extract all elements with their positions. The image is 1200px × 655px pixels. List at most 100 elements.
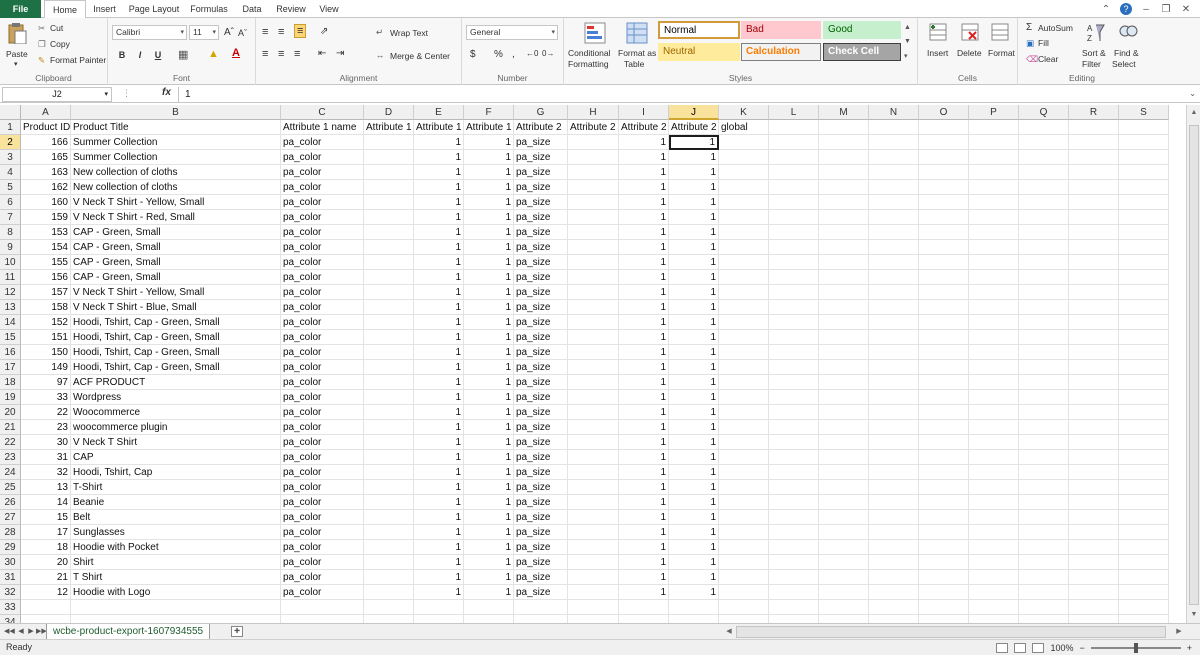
table-cell[interactable]: 154 — [21, 240, 71, 255]
table-cell[interactable]: 1 — [464, 180, 514, 195]
table-cell[interactable]: pa_color — [281, 210, 364, 225]
grid-cell[interactable] — [769, 255, 819, 270]
table-cell[interactable]: 1 — [414, 210, 464, 225]
table-cell[interactable]: 151 — [21, 330, 71, 345]
table-cell[interactable]: 33 — [21, 390, 71, 405]
grid-cell[interactable] — [1119, 345, 1169, 360]
table-cell[interactable]: 1 — [464, 315, 514, 330]
delete-button[interactable]: Delete — [957, 48, 982, 58]
grid-cell[interactable] — [1019, 390, 1069, 405]
grid-cell[interactable] — [1119, 315, 1169, 330]
row-header[interactable]: 24 — [0, 465, 21, 480]
grid-cell[interactable] — [919, 255, 969, 270]
grid-cell[interactable] — [769, 510, 819, 525]
grid-cell[interactable] — [769, 240, 819, 255]
delete-cells-icon[interactable] — [960, 22, 980, 42]
table-cell[interactable]: pa_size — [514, 495, 568, 510]
grid-cell[interactable] — [1069, 165, 1119, 180]
grid-cell[interactable] — [364, 165, 414, 180]
table-cell[interactable]: 1 — [619, 360, 669, 375]
grid-cell[interactable] — [769, 180, 819, 195]
grid-cell[interactable] — [1119, 285, 1169, 300]
grid-cell[interactable] — [568, 195, 619, 210]
grid-cell[interactable] — [1019, 435, 1069, 450]
grid-cell[interactable] — [1069, 615, 1119, 623]
grid-cell[interactable] — [669, 615, 719, 623]
styles-scroll-up-icon[interactable]: ▲ — [904, 24, 911, 31]
grid-cell[interactable] — [819, 315, 869, 330]
table-cell[interactable]: New collection of cloths — [71, 165, 281, 180]
grid-cell[interactable] — [1019, 225, 1069, 240]
grid-cell[interactable] — [1069, 315, 1119, 330]
grow-font-icon[interactable]: Aˆ — [224, 27, 234, 38]
grid-cell[interactable] — [769, 345, 819, 360]
row-header[interactable]: 2 — [0, 135, 21, 150]
table-cell[interactable]: 1 — [619, 420, 669, 435]
grid-cell[interactable] — [1069, 210, 1119, 225]
format-as-table-line2[interactable]: Table — [624, 59, 644, 69]
grid-cell[interactable] — [1019, 555, 1069, 570]
find-select-icon[interactable] — [1118, 22, 1138, 44]
grid-cell[interactable] — [919, 570, 969, 585]
conditional-formatting-line1[interactable]: Conditional — [568, 48, 611, 58]
shrink-font-icon[interactable]: Aˇ — [238, 28, 247, 38]
sort-filter-icon[interactable]: A Z — [1086, 22, 1106, 44]
table-cell[interactable]: pa_size — [514, 270, 568, 285]
grid-cell[interactable] — [1019, 375, 1069, 390]
table-cell[interactable]: 1 — [669, 255, 719, 270]
table-cell[interactable]: 155 — [21, 255, 71, 270]
first-sheet-icon[interactable]: ◀◀ — [4, 626, 15, 638]
grid-cell[interactable] — [1069, 255, 1119, 270]
row-header[interactable]: 17 — [0, 360, 21, 375]
grid-cell[interactable] — [719, 540, 769, 555]
wrap-text-button[interactable]: Wrap Text — [390, 28, 428, 38]
increase-indent-icon[interactable]: ⇥ — [336, 48, 344, 59]
table-cell[interactable]: pa_size — [514, 240, 568, 255]
grid-cell[interactable] — [869, 270, 919, 285]
grid-cell[interactable] — [969, 600, 1019, 615]
table-cell[interactable]: 1 — [669, 450, 719, 465]
table-cell[interactable]: 1 — [414, 390, 464, 405]
expand-formula-bar-icon[interactable]: ⌄ — [1189, 89, 1196, 98]
grid-cell[interactable] — [719, 480, 769, 495]
table-cell[interactable]: 1 — [669, 495, 719, 510]
grid-cell[interactable] — [1069, 525, 1119, 540]
worksheet-grid[interactable]: A B C D E F G H I J K L M N O P Q R S 1 2 3 4 5 6 7 8 9 10 11 12 13 14 15… — [0, 105, 1186, 623]
table-cell[interactable]: pa_color — [281, 135, 364, 150]
grid-cell[interactable] — [869, 615, 919, 623]
row-header[interactable]: 16 — [0, 345, 21, 360]
grid-cell[interactable] — [969, 450, 1019, 465]
row-header[interactable]: 4 — [0, 165, 21, 180]
table-cell[interactable]: pa_size — [514, 585, 568, 600]
column-header-o[interactable]: O — [919, 105, 969, 120]
grid-cell[interactable] — [364, 480, 414, 495]
table-cell[interactable]: 1 — [464, 450, 514, 465]
grid-cell[interactable] — [719, 510, 769, 525]
active-cell[interactable]: 1 — [669, 135, 719, 150]
grid-cell[interactable] — [969, 510, 1019, 525]
table-cell[interactable]: 1 — [669, 345, 719, 360]
grid-cell[interactable] — [1069, 465, 1119, 480]
format-painter-icon[interactable]: ✎ — [38, 55, 45, 66]
grid-cell[interactable] — [1019, 120, 1069, 135]
grid-cell[interactable] — [969, 270, 1019, 285]
grid-cell[interactable] — [1119, 510, 1169, 525]
grid-cell[interactable] — [1119, 150, 1169, 165]
grid-cell[interactable] — [568, 180, 619, 195]
grid-cell[interactable] — [719, 150, 769, 165]
grid-cell[interactable] — [819, 420, 869, 435]
grid-cell[interactable] — [1019, 300, 1069, 315]
row-header[interactable]: 27 — [0, 510, 21, 525]
grid-cell[interactable] — [1069, 285, 1119, 300]
autosum-button[interactable]: AutoSum — [1038, 23, 1073, 33]
row-header[interactable]: 34 — [0, 615, 21, 623]
grid-cell[interactable] — [568, 540, 619, 555]
grid-cell[interactable] — [719, 225, 769, 240]
table-cell[interactable]: ACF PRODUCT — [71, 375, 281, 390]
grid-cell[interactable] — [568, 390, 619, 405]
grid-cell[interactable] — [1019, 465, 1069, 480]
table-cell[interactable]: 1 — [464, 435, 514, 450]
grid-cell[interactable] — [869, 510, 919, 525]
row-header[interactable]: 5 — [0, 180, 21, 195]
grid-cell[interactable] — [1069, 120, 1119, 135]
